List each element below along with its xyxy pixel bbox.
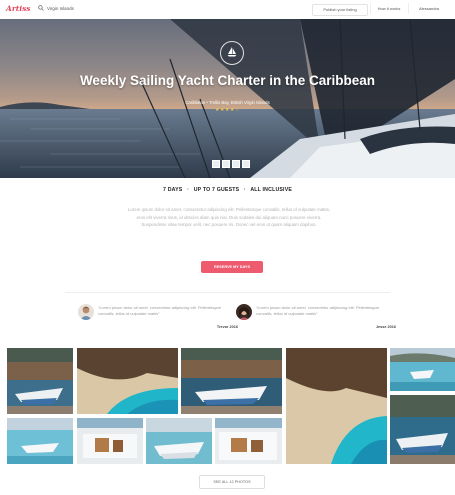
listing-location: Caribbean • Trellis Bay, British Virgin … <box>185 100 270 105</box>
how-it-works-link[interactable]: How it works <box>370 3 407 14</box>
feature-separator: · <box>243 187 246 193</box>
avatar <box>236 304 252 320</box>
listing-features: 7 DAYS · UP TO 7 GUESTS · ALL INCLUSIVE <box>0 187 455 193</box>
gallery-photo[interactable] <box>181 348 282 414</box>
hero-banner: Weekly Sailing Yacht Charter in the Cari… <box>0 19 455 178</box>
search-box[interactable]: Virgin Islands <box>38 5 74 11</box>
gallery-photo[interactable] <box>286 348 387 464</box>
gallery-photo[interactable] <box>390 395 455 464</box>
star-rating: ★★★★☆ <box>215 107 240 113</box>
testimonial-quote: “Lorem ipsum dolor sit amet, consectetur… <box>256 305 379 317</box>
reserve-button[interactable]: RESERVE MY DAYS <box>201 261 263 273</box>
thumbnail[interactable] <box>242 160 250 168</box>
listing-description: Lorem ipsum dolor sit amet, consectetur … <box>127 207 331 228</box>
feature-separator: · <box>187 187 190 193</box>
testimonial-author: Trevor 2016 <box>216 325 238 329</box>
thumbnail[interactable] <box>232 160 240 168</box>
gallery-photo[interactable] <box>77 348 178 414</box>
thumbnail[interactable] <box>212 160 220 168</box>
search-icon <box>38 5 44 11</box>
sailboat-icon <box>227 47 237 57</box>
feature-inclusive: ALL INCLUSIVE <box>250 187 293 193</box>
feature-duration: 7 DAYS <box>162 187 183 193</box>
gallery-photo[interactable] <box>7 418 73 464</box>
gallery-photo[interactable] <box>7 348 73 414</box>
testimonial-quote: “Lorem ipsum dolor sit amet, consectetur… <box>98 305 221 317</box>
hero-thumbnails <box>212 160 250 168</box>
listing-title: Weekly Sailing Yacht Charter in the Cari… <box>79 73 376 88</box>
thumbnail[interactable] <box>222 160 230 168</box>
feature-guests: UP TO 7 GUESTS <box>193 187 240 193</box>
gallery-photo[interactable] <box>77 418 143 464</box>
section-divider <box>65 292 390 293</box>
gallery-photo[interactable] <box>146 418 212 464</box>
publish-listing-button[interactable]: Publish your listing <box>312 4 368 16</box>
gallery-photo[interactable] <box>390 348 455 391</box>
brand-logo[interactable]: Artiss <box>6 4 31 13</box>
user-menu[interactable]: Alessandra <box>408 3 449 14</box>
see-all-photos-button[interactable]: SEE ALL 12 PHOTOS <box>199 475 265 489</box>
search-value[interactable]: Virgin Islands <box>47 6 74 11</box>
top-nav: Artiss Virgin Islands Publish your listi… <box>0 0 455 20</box>
avatar <box>78 304 94 320</box>
gallery-photo[interactable] <box>215 418 282 464</box>
sailboat-badge <box>220 41 244 65</box>
testimonial-author: Jesse 2016 <box>375 325 396 329</box>
